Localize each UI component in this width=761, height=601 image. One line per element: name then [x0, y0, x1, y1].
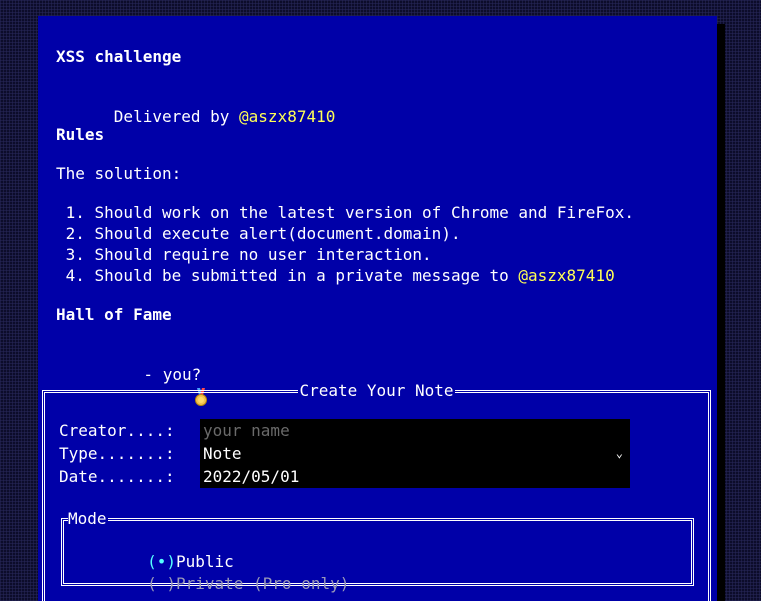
- rule-item: 4. Should be submitted in a private mess…: [56, 265, 634, 286]
- radio-unselected-icon: ( ): [147, 574, 176, 593]
- hall-of-fame-heading: Hall of Fame: [56, 305, 172, 324]
- rules-list: 1. Should work on the latest version of …: [56, 202, 634, 286]
- date-row: Date.......: 2022/05/01: [59, 465, 630, 488]
- page-title: XSS challenge: [56, 47, 182, 66]
- type-select-value: Note: [203, 444, 242, 463]
- rule-item: 3. Should require no user interaction.: [56, 244, 634, 265]
- rule-number: 4.: [56, 266, 95, 285]
- creator-label: Creator....:: [59, 421, 185, 440]
- rule-item: 2. Should execute alert(document.domain)…: [56, 223, 634, 244]
- date-label: Date.......:: [59, 467, 185, 486]
- submit-handle-link[interactable]: @aszx87410: [518, 266, 614, 285]
- rule-number: 1.: [56, 203, 95, 222]
- rule-number: 3.: [56, 245, 95, 264]
- rule-text: Should work on the latest version of Chr…: [94, 203, 634, 222]
- solution-intro: The solution:: [56, 164, 182, 183]
- delivered-by-prefix: Delivered by: [113, 107, 240, 126]
- date-input[interactable]: 2022/05/01: [200, 465, 630, 488]
- rule-number: 2.: [56, 224, 95, 243]
- type-label: Type.......:: [59, 444, 185, 463]
- type-select[interactable]: Note ⌄: [200, 442, 630, 465]
- mode-legend: Mode: [68, 509, 108, 528]
- rules-heading: Rules: [56, 125, 105, 144]
- creator-input[interactable]: [200, 419, 630, 442]
- mode-option-public[interactable]: (•)Public: [70, 530, 234, 571]
- mode-fieldset: Mode (•)Public ( )Private (Pro only): [61, 510, 694, 593]
- author-handle-link[interactable]: @aszx87410: [239, 107, 335, 126]
- mode-option-private[interactable]: ( )Private (Pro only): [70, 552, 349, 593]
- create-note-box: Create Your Note Creator....: Type......…: [42, 381, 711, 601]
- create-note-title: Create Your Note: [298, 381, 455, 400]
- rule-text: Should require no user interaction.: [94, 245, 432, 264]
- rule-text: Should execute alert(document.domain).: [94, 224, 461, 243]
- type-row: Type.......: Note ⌄: [59, 442, 630, 465]
- rule-item: 1. Should work on the latest version of …: [56, 202, 634, 223]
- chevron-down-icon: ⌄: [615, 446, 623, 460]
- challenge-panel: XSS challenge Delivered by @aszx87410 Ru…: [38, 16, 717, 601]
- rule-text: Should be submitted in a private message…: [94, 266, 519, 285]
- creator-row: Creator....:: [59, 419, 630, 442]
- mode-option-label: Private (Pro only): [175, 574, 350, 593]
